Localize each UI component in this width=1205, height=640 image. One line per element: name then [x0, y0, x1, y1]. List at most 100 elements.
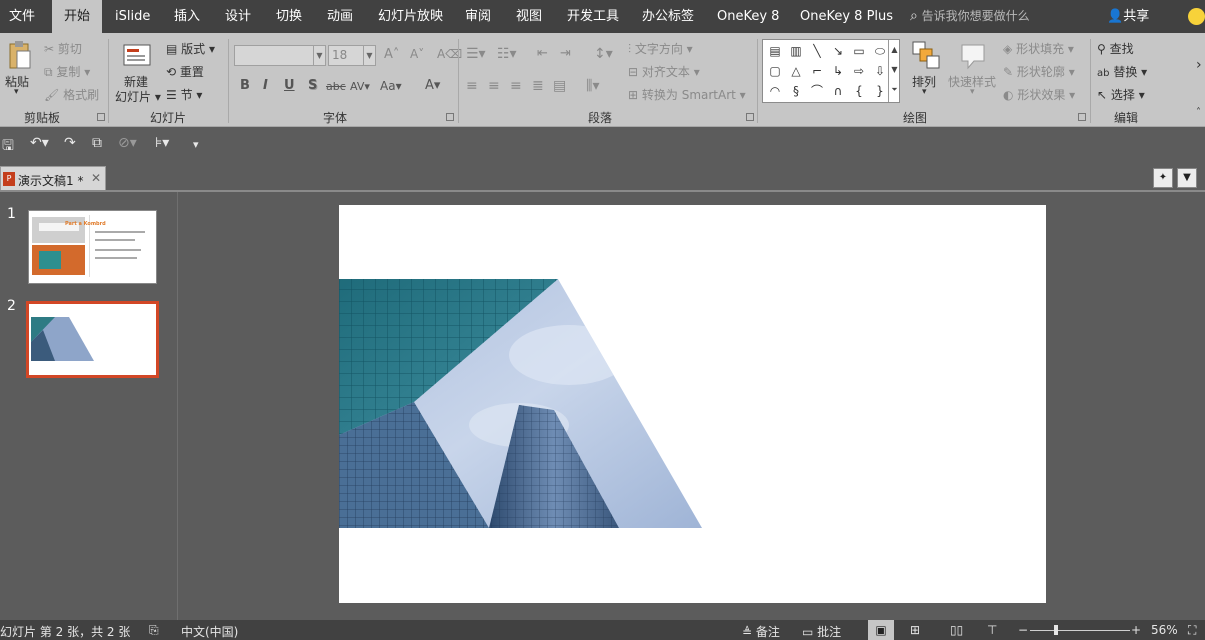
vertical-textbox-shape-icon[interactable]: ▥	[785, 41, 807, 61]
slide-canvas[interactable]	[339, 205, 1046, 603]
decrease-indent-icon[interactable]: ⇤	[537, 46, 548, 61]
tab-design[interactable]: 设计	[225, 0, 251, 33]
comments-button[interactable]: ▭ 批注	[802, 623, 841, 640]
customize-qat-icon[interactable]: ▾	[193, 138, 199, 151]
zoom-slider[interactable]	[1030, 630, 1130, 631]
notes-button[interactable]: ≜ 备注	[742, 623, 780, 640]
align-objects-icon[interactable]: ⊧▾	[155, 135, 169, 151]
slide-sorter-icon[interactable]: ⊞	[910, 623, 920, 637]
elbow-connector-shape-icon[interactable]: ⌐	[806, 61, 828, 81]
arrow-line-shape-icon[interactable]: ↘	[827, 41, 849, 61]
slide-thumbnail-1[interactable]: Part a Kombrd	[28, 210, 157, 284]
find-button[interactable]: ⚲ 查找	[1097, 40, 1134, 57]
shrink-font-icon[interactable]: A˅	[410, 47, 424, 61]
tab-view[interactable]: 视图	[516, 0, 542, 33]
collapse-ribbon-icon[interactable]: ˄	[1196, 107, 1201, 118]
left-brace-shape-icon[interactable]: {	[848, 81, 870, 101]
underline-button[interactable]: U	[284, 78, 295, 93]
tab-onekey8[interactable]: OneKey 8	[717, 0, 779, 33]
font-color-button[interactable]: A▾	[425, 78, 440, 93]
zoom-level[interactable]: 56%	[1151, 623, 1178, 637]
undo-icon[interactable]: ↶▾	[30, 135, 49, 151]
share-button[interactable]: 👤共享	[1107, 0, 1149, 33]
shape-fill-button[interactable]: ◈ 形状填充 ▾	[1003, 40, 1074, 57]
arc-shape-icon[interactable]: ∩	[827, 81, 849, 101]
zoom-in-icon[interactable]: +	[1131, 623, 1141, 637]
normal-view-icon[interactable]: ▣	[868, 620, 894, 640]
textbox-shape-icon[interactable]: ▤	[764, 41, 786, 61]
bullets-icon[interactable]: ☰▾	[466, 46, 486, 62]
elbow-arrow-shape-icon[interactable]: ↳	[827, 61, 849, 81]
rounded-rect-shape-icon[interactable]: ▢	[764, 61, 786, 81]
shadow-button[interactable]: S	[308, 78, 317, 93]
change-case-button[interactable]: Aa▾	[380, 79, 402, 93]
arrange-dropdown-icon[interactable]: ▾	[922, 87, 927, 97]
shape-outline-button[interactable]: ✎ 形状轮廓 ▾	[1003, 63, 1075, 80]
new-slide-button[interactable]: 幻灯片 ▾	[115, 88, 161, 105]
touch-mode-icon[interactable]: ⊘▾	[118, 135, 137, 151]
tab-developer[interactable]: 开发工具	[567, 0, 619, 33]
cut-button[interactable]: ✂ 剪切	[44, 40, 82, 57]
font-size-combo[interactable]: 18 ▼	[328, 45, 376, 66]
align-left-icon[interactable]: ≡	[466, 78, 478, 94]
scribble-shape-icon[interactable]: §	[785, 81, 807, 101]
quick-styles-dropdown-icon[interactable]: ▾	[970, 87, 975, 97]
save-icon[interactable]: 🖫	[2, 135, 14, 159]
new-document-icon[interactable]: ✦	[1153, 168, 1173, 188]
tab-office-tabs[interactable]: 办公标签	[642, 0, 694, 33]
tab-review[interactable]: 审阅	[465, 0, 491, 33]
zoom-out-icon[interactable]: −	[1018, 623, 1028, 637]
grow-font-icon[interactable]: A˄	[384, 47, 399, 62]
paste-dropdown-icon[interactable]: ▾	[14, 87, 19, 97]
select-button[interactable]: ↖ 选择 ▾	[1097, 86, 1145, 103]
chevron-down-icon[interactable]: ▼	[363, 46, 375, 65]
smartart-button[interactable]: ⊞ 转换为 SmartArt ▾	[628, 86, 746, 103]
columns-icon[interactable]: ⫼▾	[586, 78, 599, 94]
quick-styles-icon[interactable]	[958, 41, 988, 71]
redo-icon[interactable]: ↷	[64, 135, 76, 151]
align-right-icon[interactable]: ≡	[510, 78, 522, 94]
numbering-icon[interactable]: ☷▾	[497, 46, 517, 62]
char-spacing-button[interactable]: AV▾	[350, 80, 370, 93]
clipboard-launcher-icon[interactable]	[97, 113, 105, 121]
text-direction-button[interactable]: ⫶ 文字方向 ▾	[628, 40, 693, 57]
arrange-icon[interactable]	[912, 41, 940, 69]
shape-effects-button[interactable]: ◐ 形状效果 ▾	[1003, 86, 1075, 103]
tab-onekey8-plus[interactable]: OneKey 8 Plus	[800, 0, 893, 33]
triangle-shape-icon[interactable]: △	[785, 61, 807, 81]
shapes-gallery[interactable]: ▤ ▥ ╲ ↘ ▭ ⬭ ▢ △ ⌐ ↳ ⇨ ⇩ ◠ § ⌒ ∩ { } ▲ ▼ ⏷	[762, 39, 900, 103]
close-tab-icon[interactable]: ✕	[91, 171, 101, 185]
tab-islide[interactable]: iSlide	[115, 0, 150, 33]
rectangle-shape-icon[interactable]: ▭	[848, 41, 870, 61]
tab-insert[interactable]: 插入	[174, 0, 200, 33]
slide-count-status[interactable]: 幻灯片 第 2 张，共 2 张	[0, 623, 130, 640]
copy-button[interactable]: ⧉ 复制 ▾	[44, 63, 90, 80]
tab-transitions[interactable]: 切换	[276, 0, 302, 33]
tell-me-box[interactable]: ⌕ 告诉我你想要做什么	[910, 0, 1030, 33]
document-tab[interactable]: P 演示文稿1 * ✕	[0, 166, 106, 191]
align-text-button[interactable]: ⊟ 对齐文本 ▾	[628, 63, 700, 80]
drawing-launcher-icon[interactable]	[1078, 113, 1086, 121]
line-shape-icon[interactable]: ╲	[806, 41, 828, 61]
slideshow-view-icon[interactable]: ⊤	[987, 623, 997, 637]
tab-slideshow[interactable]: 幻灯片放映	[378, 0, 443, 33]
ribbon-scroll-right-icon[interactable]: ›	[1196, 57, 1202, 73]
layout-button[interactable]: ▤ 版式 ▾	[166, 40, 215, 57]
right-arrow-shape-icon[interactable]: ⇨	[848, 61, 870, 81]
tab-file[interactable]: 文件	[9, 0, 35, 33]
reading-view-icon[interactable]: ▯▯	[950, 623, 963, 637]
font-launcher-icon[interactable]	[446, 113, 454, 121]
replace-button[interactable]: ab 替换 ▾	[1097, 63, 1147, 80]
distributed-icon[interactable]: ▤	[553, 78, 566, 94]
tab-home[interactable]: 开始	[52, 0, 102, 33]
paste-icon[interactable]	[6, 41, 32, 71]
spell-check-icon[interactable]: ⎘	[149, 623, 159, 638]
gallery-scroll-icon[interactable]: ▲ ▼ ⏷	[888, 40, 900, 102]
align-center-icon[interactable]: ≡	[488, 78, 500, 94]
language-status[interactable]: 中文(中国)	[181, 623, 238, 640]
building-picture[interactable]	[339, 205, 1046, 603]
fit-to-window-icon[interactable]: ⛶	[1188, 623, 1196, 638]
format-painter-button[interactable]: 🖌 格式刷	[44, 86, 99, 103]
zoom-slider-thumb[interactable]	[1053, 625, 1058, 635]
font-name-combo[interactable]: ▼	[234, 45, 326, 66]
